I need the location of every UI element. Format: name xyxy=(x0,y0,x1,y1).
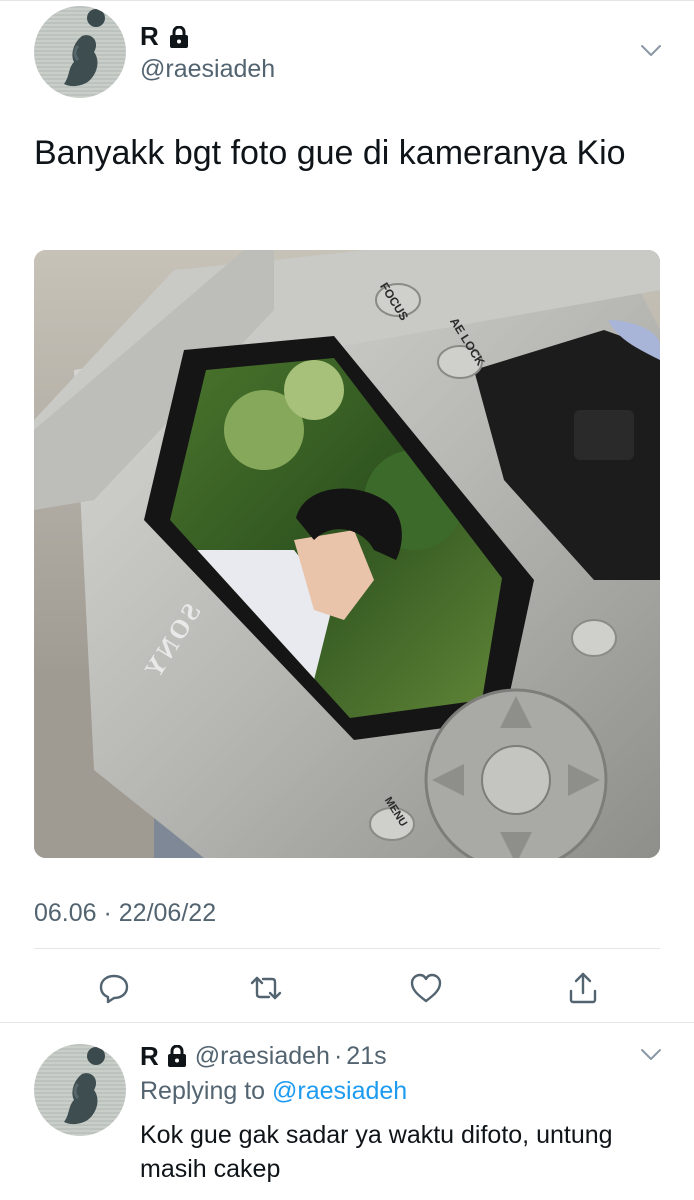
share-button[interactable] xyxy=(565,970,601,1006)
top-divider xyxy=(0,0,694,1)
share-icon xyxy=(569,972,597,1004)
tweet-timestamp[interactable]: 06.06 · 22/06/22 xyxy=(34,898,216,928)
author-name-row: R xyxy=(140,22,189,50)
reply-author-name[interactable]: R xyxy=(140,1042,159,1070)
avatar-image xyxy=(64,9,105,87)
lock-icon xyxy=(169,25,189,48)
like-button[interactable] xyxy=(408,970,444,1006)
tweet-actions-bar xyxy=(34,962,660,1012)
camera-photo-illustration xyxy=(34,250,660,858)
heart-icon xyxy=(410,973,442,1003)
section-divider xyxy=(0,1022,694,1023)
more-chevron-icon[interactable] xyxy=(640,44,662,58)
reply-header: R @raesiadeh · 21s xyxy=(140,1042,387,1070)
separator-dot: · xyxy=(333,1042,343,1070)
reply-button[interactable] xyxy=(96,970,132,1006)
avatar-image xyxy=(64,1047,105,1125)
author-name[interactable]: R xyxy=(140,22,159,50)
reply-icon xyxy=(99,974,129,1004)
reply-author-avatar[interactable] xyxy=(34,1044,126,1136)
reply-time[interactable]: 21s xyxy=(346,1042,386,1070)
reply-author-handle[interactable]: @raesiadeh xyxy=(195,1042,330,1070)
reply-text: Kok gue gak sadar ya waktu difoto, untun… xyxy=(140,1121,613,1183)
author-handle[interactable]: @raesiadeh xyxy=(140,55,275,83)
retweet-icon xyxy=(250,976,282,1000)
tweet-text: Banyakk bgt foto gue di kameranya Kio xyxy=(34,134,626,172)
replying-to-mention[interactable]: @raesiadeh xyxy=(272,1077,407,1105)
more-chevron-icon[interactable] xyxy=(640,1048,662,1062)
replying-to-line: Replying to @raesiadeh xyxy=(140,1076,407,1106)
retweet-button[interactable] xyxy=(248,970,284,1006)
tweet-photo[interactable]: FOCUS AE LOCK MENU SONY xyxy=(34,250,660,858)
divider xyxy=(34,948,660,949)
lock-icon xyxy=(167,1044,187,1067)
replying-prefix: Replying to xyxy=(140,1077,266,1105)
author-avatar[interactable] xyxy=(34,6,126,98)
